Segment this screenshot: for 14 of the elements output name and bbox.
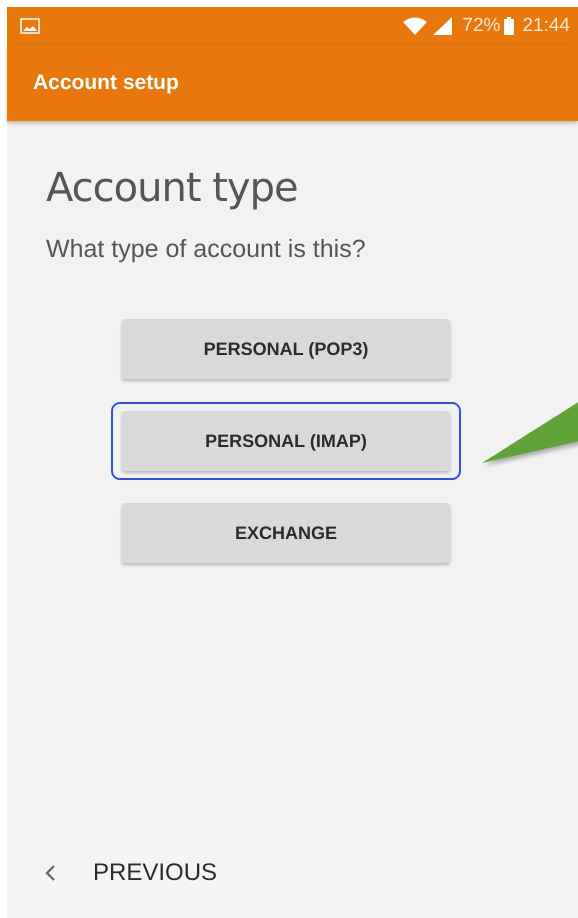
- question: What type of account is this?: [46, 235, 367, 264]
- clock: 21:44: [522, 15, 570, 37]
- signal-icon: [432, 16, 454, 36]
- chevron-left-icon: [43, 863, 57, 883]
- heading: Account type: [46, 165, 299, 211]
- wifi-icon: [402, 16, 428, 36]
- image-icon: [20, 18, 40, 34]
- battery-percentage: 72%: [462, 15, 500, 37]
- account-type-button[interactable]: PERSONAL (POP3): [122, 319, 450, 379]
- previous-button[interactable]: PREVIOUS: [43, 859, 218, 887]
- app-bar-title: Account setup: [33, 71, 179, 95]
- account-type-button[interactable]: PERSONAL (IMAP): [122, 411, 450, 471]
- battery-icon: [504, 16, 514, 36]
- account-type-button[interactable]: EXCHANGE: [122, 503, 450, 563]
